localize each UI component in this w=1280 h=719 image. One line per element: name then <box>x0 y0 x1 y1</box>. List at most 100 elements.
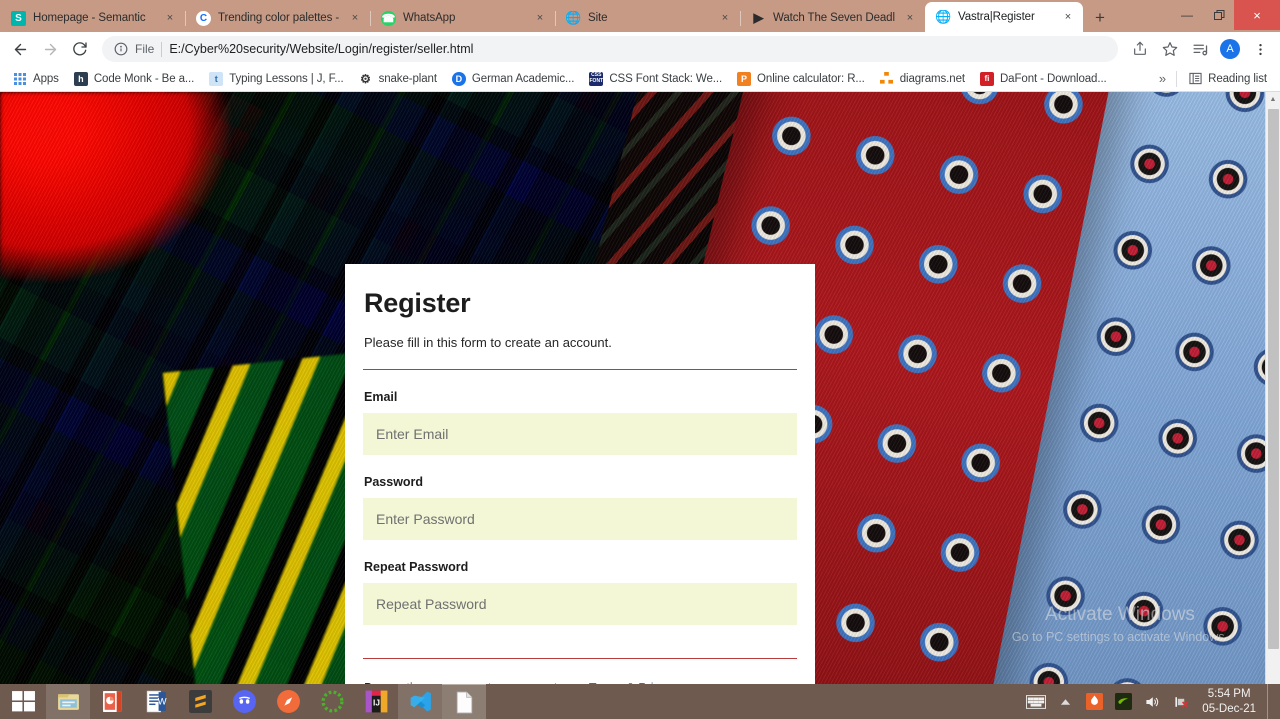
whatsapp-icon: ☎ <box>381 10 396 26</box>
browser-window: S Homepage - Semantic × C Trending color… <box>0 0 1280 684</box>
network-disconnected-icon[interactable] <box>1169 688 1193 716</box>
taskbar-item-word[interactable]: W <box>134 684 178 719</box>
start-button[interactable] <box>0 684 46 719</box>
back-arrow-icon[interactable] <box>6 35 34 63</box>
svg-text:W: W <box>157 697 166 707</box>
volume-icon[interactable] <box>1140 688 1164 716</box>
typing-icon: t <box>209 71 224 86</box>
semantic-ui-icon: S <box>11 10 26 26</box>
bookmarks-overflow-icon[interactable]: » <box>1153 71 1172 86</box>
cssfontstack-icon: CSS FONT <box>589 71 604 86</box>
share-icon[interactable] <box>1126 35 1154 63</box>
star-icon[interactable] <box>1156 35 1184 63</box>
bookmark-label: German Academic... <box>471 72 575 85</box>
page-title: Register <box>364 288 471 318</box>
minimize-button[interactable]: — <box>1170 0 1204 30</box>
bookmark-item-6[interactable]: diagrams.net <box>873 69 972 89</box>
three-dot-menu-icon[interactable] <box>1246 35 1274 63</box>
address-bar[interactable]: File E:/Cyber%20security/Website/Login/r… <box>102 36 1118 62</box>
taskbar-item-powerpoint[interactable] <box>90 684 134 719</box>
bookmark-item-1[interactable]: t Typing Lessons | J, F... <box>202 69 350 89</box>
taskbar-item-file-explorer[interactable] <box>46 684 90 719</box>
new-tab-button[interactable]: + <box>1087 4 1113 30</box>
bookmarks-divider <box>1176 70 1178 87</box>
password-input[interactable] <box>363 498 797 540</box>
bookmark-label: CSS Font Stack: We... <box>609 72 723 85</box>
bookmark-item-7[interactable]: fi DaFont - Download... <box>973 69 1114 89</box>
bookmark-item-2[interactable]: ⚙ snake-plant <box>352 69 444 89</box>
scrollbar-thumb[interactable] <box>1268 109 1279 649</box>
field-password: Password <box>363 475 797 540</box>
omnibox-divider <box>161 41 163 57</box>
show-hidden-icons-icon[interactable] <box>1053 688 1077 716</box>
taskbar-item-sublime-text[interactable] <box>178 684 222 719</box>
page-scrollbar[interactable]: ▲ <box>1265 92 1280 684</box>
tab-title: Trending color palettes - <box>218 12 340 24</box>
avatar[interactable]: A <box>1216 35 1244 63</box>
tab-close-icon[interactable]: × <box>718 11 732 25</box>
bookmark-label: Online calculator: R... <box>757 72 865 85</box>
bookmark-apps[interactable]: Apps <box>6 69 66 89</box>
tab-close-icon[interactable]: × <box>163 11 177 25</box>
tab-title: Watch The Seven Deadl <box>773 12 895 24</box>
browser-tab-4[interactable]: ▶ Watch The Seven Deadl × <box>740 4 925 32</box>
tab-close-icon[interactable]: × <box>1061 10 1075 24</box>
bookmark-item-3[interactable]: D German Academic... <box>445 69 581 89</box>
taskbar-item-postman[interactable] <box>266 684 310 719</box>
reload-icon[interactable] <box>66 35 94 63</box>
show-desktop-button[interactable] <box>1267 684 1274 719</box>
bottom-divider <box>363 658 797 659</box>
tab-close-icon[interactable]: × <box>903 11 917 25</box>
taskbar-item-intellij-idea[interactable]: IJ <box>354 684 398 719</box>
email-input[interactable] <box>363 413 797 455</box>
reading-list-label: Reading list <box>1208 72 1267 85</box>
tab-title: Vastra|Register <box>958 11 1035 23</box>
plaid-red-patch <box>0 92 230 282</box>
page-info-icon[interactable] <box>114 42 128 56</box>
browser-tab-5-active[interactable]: 🌐 Vastra|Register × <box>925 2 1083 32</box>
form-subtitle: Please fill in this form to create an ac… <box>364 335 612 350</box>
coolors-icon: C <box>196 10 211 26</box>
taskbar-clock[interactable]: 5:54 PM 05-Dec-21 <box>1198 687 1262 716</box>
register-form-card: Register Please fill in this form to cre… <box>345 264 815 684</box>
bookmark-item-4[interactable]: CSS FONT CSS Font Stack: We... <box>582 69 729 89</box>
repeat-password-input[interactable] <box>363 583 797 625</box>
browser-tab-1[interactable]: C Trending color palettes - × <box>185 4 370 32</box>
clock-time: 5:54 PM <box>1207 688 1251 701</box>
tab-strip: S Homepage - Semantic × C Trending color… <box>0 0 1280 32</box>
hackerearth-icon: h <box>73 71 88 86</box>
bookmark-label: Typing Lessons | J, F... <box>229 72 344 85</box>
gear-icon: ⚙ <box>360 71 371 86</box>
bookmark-item-5[interactable]: P Online calculator: R... <box>730 69 872 89</box>
taskbar-item-visual-studio-code[interactable] <box>398 684 442 719</box>
scrollbar-up-arrow-icon[interactable]: ▲ <box>1266 92 1280 107</box>
taskbar-item-document[interactable] <box>442 684 486 719</box>
page-viewport: Register Please fill in this form to cre… <box>0 92 1280 684</box>
tab-close-icon[interactable]: × <box>348 11 362 25</box>
bookmarks-bar: Apps h Code Monk - Be a... t Typing Less… <box>0 66 1280 92</box>
forward-arrow-icon[interactable] <box>36 35 64 63</box>
keyboard-icon[interactable] <box>1024 688 1048 716</box>
field-repeat-password: Repeat Password <box>363 560 797 625</box>
browser-tab-2[interactable]: ☎ WhatsApp × <box>370 4 555 32</box>
nvidia-icon[interactable] <box>1111 688 1135 716</box>
taskbar-item-discord[interactable] <box>222 684 266 719</box>
bookmarks-bar-right: » Reading list <box>1153 69 1274 89</box>
bookmark-item-0[interactable]: h Code Monk - Be a... <box>67 69 201 89</box>
bookmark-label: DaFont - Download... <box>999 72 1107 85</box>
daad-icon: D <box>451 71 466 86</box>
reading-list-button[interactable]: Reading list <box>1181 69 1274 89</box>
media-list-icon[interactable] <box>1186 35 1214 63</box>
close-window-button[interactable]: × <box>1234 0 1280 30</box>
browser-toolbar: File E:/Cyber%20security/Website/Login/r… <box>0 32 1280 66</box>
globe-icon: 🌐 <box>566 10 581 26</box>
browser-tab-0[interactable]: S Homepage - Semantic × <box>0 4 185 32</box>
tab-close-icon[interactable]: × <box>533 11 547 25</box>
url-text: E:/Cyber%20security/Website/Login/regist… <box>169 42 474 56</box>
repeat-password-label: Repeat Password <box>364 560 469 574</box>
browser-tab-3[interactable]: 🌐 Site × <box>555 4 740 32</box>
taskbar-item-node[interactable] <box>310 684 354 719</box>
dafont-icon: fi <box>979 71 994 86</box>
antivirus-icon[interactable] <box>1082 688 1106 716</box>
maximize-button[interactable] <box>1204 0 1234 30</box>
